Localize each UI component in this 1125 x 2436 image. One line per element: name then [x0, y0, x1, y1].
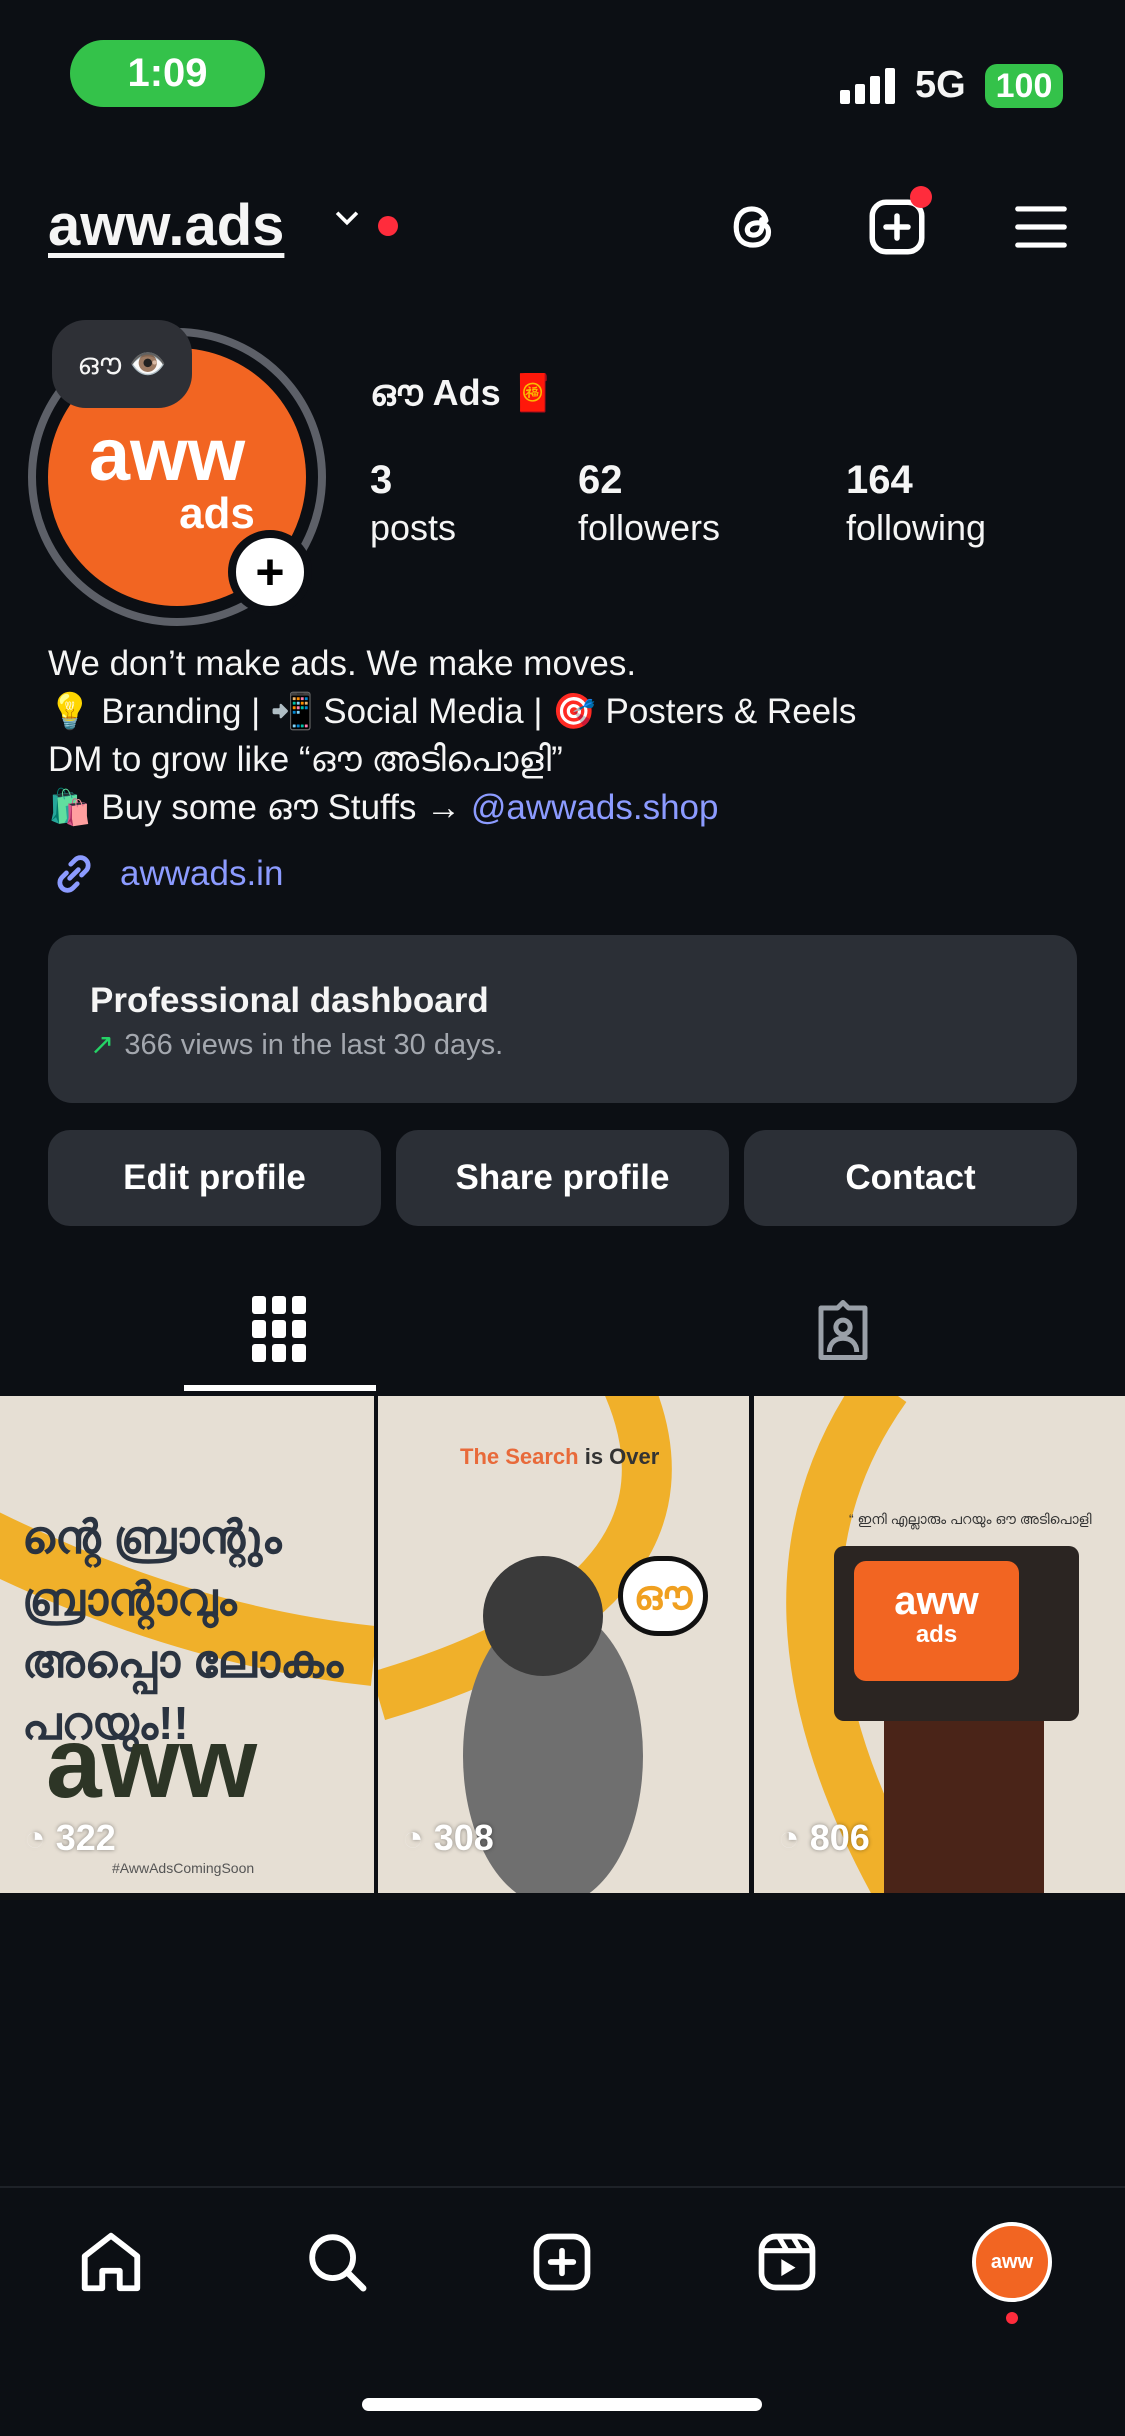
tv-logo-sub: ads [915, 1621, 958, 1648]
view-count: ◔ 322 [24, 1817, 116, 1858]
dashboard-title: Professional dashboard [90, 981, 489, 1020]
view-count: ◔ 806 [778, 1817, 870, 1858]
nav-home-icon[interactable] [66, 2222, 156, 2302]
bio-line: 💡 Branding | 📲 Social Media | 🎯 Posters … [48, 692, 857, 731]
bio-text: 🛍️ Buy some ഔ Stuffs → [48, 788, 471, 827]
trend-up-icon: ↗ [90, 1029, 115, 1061]
bio-line: DM to grow like “ഔ അടിപൊളി” [48, 740, 563, 779]
tagged-icon [818, 1300, 868, 1360]
stat-following[interactable]: 164 following [846, 458, 986, 549]
stat-posts[interactable]: 3 posts [370, 458, 456, 549]
dashboard-subtitle: 366 views in the last 30 days. [124, 1029, 504, 1061]
nav-create-icon[interactable] [517, 2222, 607, 2302]
professional-dashboard[interactable]: Professional dashboard ↗ 366 views in the… [48, 935, 1077, 1103]
avatar-logo: aww [88, 413, 246, 496]
stat-label: followers [578, 507, 721, 548]
nav-reels-icon[interactable] [742, 2222, 832, 2302]
post-quote: “ ഇനി എല്ലാരും പറയും ഔ അടിപൊളി [849, 1511, 1092, 1527]
nav-search-icon[interactable] [292, 2222, 382, 2302]
tab-grid[interactable] [230, 1290, 330, 1370]
grid-icon [252, 1296, 306, 1362]
status-time: 1:09 [70, 40, 265, 107]
home-indicator[interactable] [362, 2398, 762, 2411]
edit-profile-button[interactable]: Edit profile [48, 1130, 381, 1226]
profile-notification-dot [1006, 2312, 1018, 2324]
website-link[interactable]: awwads.in [48, 848, 283, 900]
profile-note[interactable]: ഔ 👁️ [52, 320, 192, 408]
view-count-value: 322 [55, 1817, 116, 1858]
network-type: 5G [915, 64, 966, 106]
share-profile-button[interactable]: Share profile [396, 1130, 729, 1226]
speech-bubble: ഔ [618, 1556, 708, 1636]
battery-indicator: 100 [985, 64, 1063, 108]
tv-logo: aww [894, 1579, 979, 1623]
menu-icon[interactable] [1006, 192, 1076, 262]
post-thumbnail[interactable]: The Search is Over ഔ ◔ 308 [375, 1396, 749, 1893]
chevron-down-icon[interactable] [330, 200, 364, 243]
stat-label: following [846, 507, 987, 548]
signal-icon [840, 68, 895, 104]
avatar-logo-sub: ads [179, 489, 255, 538]
bio-line: We don’t make ads. We make moves. [48, 644, 637, 683]
stat-value: 3 [370, 458, 393, 502]
stat-value: 62 [578, 458, 623, 502]
shop-mention-link[interactable]: @awwads.shop [471, 788, 719, 827]
post-hashtag: #AwwAdsComingSoon [112, 1860, 255, 1876]
post-thumbnail[interactable]: ന്റെ ബ്രാന്റും ബ്രാന്റാവും അപ്പൊ ലോകം പറ… [0, 1396, 374, 1893]
add-story-button[interactable]: + [228, 530, 312, 614]
bio-line: 🛍️ Buy some ഔ Stuffs → @awwads.shop [48, 784, 856, 832]
display-name: ഔ Ads 🧧 [370, 372, 556, 413]
contact-button[interactable]: Contact [744, 1130, 1077, 1226]
tab-tagged[interactable] [793, 1290, 893, 1370]
nav-profile-avatar[interactable]: aww [972, 2222, 1052, 2302]
view-count-value: 308 [433, 1817, 494, 1858]
create-notification-dot [910, 186, 932, 208]
notification-dot [378, 216, 398, 236]
stat-value: 164 [846, 458, 913, 502]
post-title-accent: The Search [460, 1444, 579, 1469]
post-title: is Over [578, 1444, 660, 1469]
threads-icon[interactable] [718, 192, 788, 262]
link-icon [57, 855, 91, 893]
view-count-value: 806 [809, 1817, 870, 1858]
website-text: awwads.in [120, 854, 284, 893]
post-thumbnail[interactable]: aww ads “ ഇനി എല്ലാരും പറയും ഔ അടിപൊളി ◔… [751, 1396, 1125, 1893]
stat-followers[interactable]: 62 followers [578, 458, 720, 549]
bio: We don’t make ads. We make moves. 💡 Bran… [48, 640, 856, 832]
account-switcher[interactable]: aww.ads [48, 192, 284, 259]
stat-label: posts [370, 507, 457, 548]
post-logo: aww [46, 1707, 258, 1819]
active-tab-indicator [184, 1385, 376, 1391]
view-count: ◔ 308 [402, 1817, 494, 1858]
